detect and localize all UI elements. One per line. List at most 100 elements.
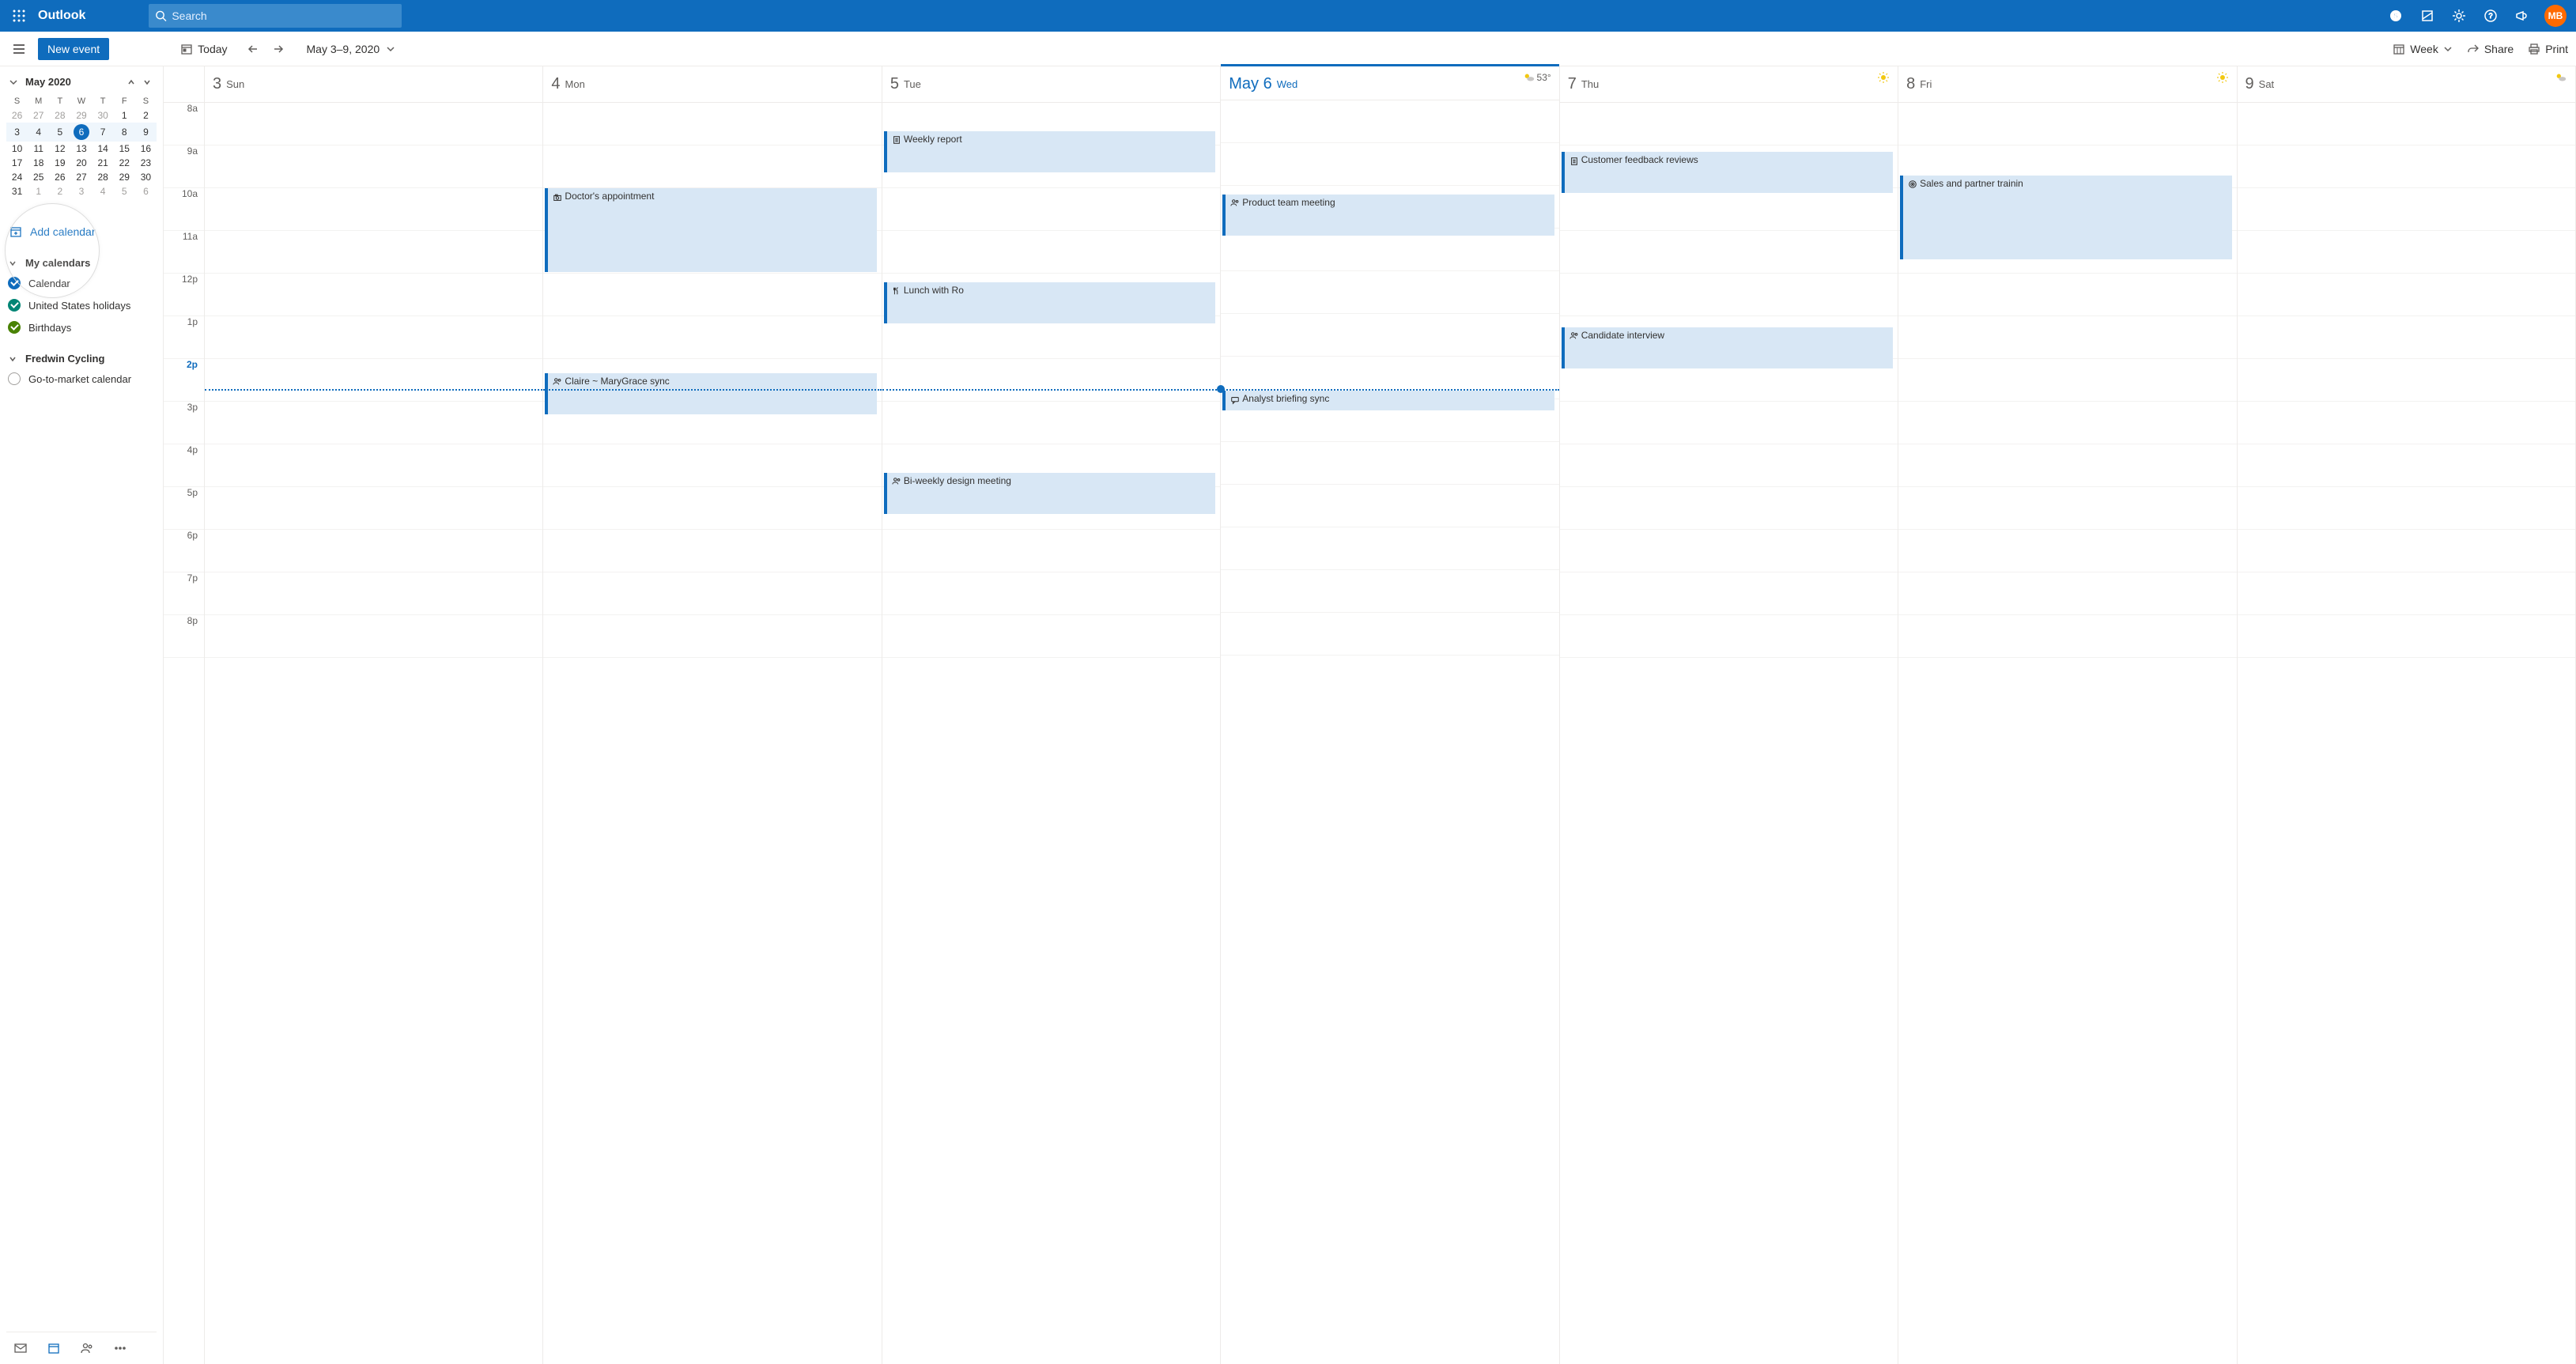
time-slot[interactable]	[2238, 487, 2575, 530]
mini-cal-day[interactable]: 1	[114, 108, 135, 123]
mini-cal-day[interactable]: 18	[28, 156, 49, 170]
time-slot[interactable]	[205, 231, 542, 274]
day-header[interactable]: 9Sat	[2238, 66, 2575, 103]
view-picker[interactable]: Week	[2393, 43, 2453, 55]
calendar-list-item[interactable]: Go-to-market calendar	[6, 368, 157, 390]
time-slot[interactable]	[1560, 530, 1898, 572]
time-slot[interactable]	[2238, 103, 2575, 145]
time-slot[interactable]	[2238, 444, 2575, 487]
settings-button[interactable]	[2443, 0, 2475, 32]
time-slot[interactable]	[1560, 231, 1898, 274]
time-slot[interactable]	[1221, 527, 1558, 570]
time-slot[interactable]	[543, 103, 881, 145]
day-header[interactable]: May 6Wed53°	[1221, 64, 1558, 100]
time-slot[interactable]	[1221, 570, 1558, 613]
mini-cal-day[interactable]: 3	[70, 184, 92, 198]
time-slot[interactable]	[1221, 271, 1558, 314]
mini-cal-day[interactable]: 2	[49, 184, 70, 198]
day-body[interactable]: Customer feedback reviewsCandidate inter…	[1560, 103, 1898, 658]
time-slot[interactable]	[1221, 613, 1558, 656]
day-body[interactable]: Sales and partner trainin	[1898, 103, 2236, 658]
mini-cal-day[interactable]: 6	[135, 184, 157, 198]
time-slot[interactable]	[2238, 274, 2575, 316]
mini-cal-day[interactable]: 13	[70, 142, 92, 156]
time-slot[interactable]	[882, 615, 1220, 658]
calendar-event[interactable]: Lunch with Ro	[884, 282, 1215, 323]
mini-cal-day[interactable]: 3	[6, 123, 28, 142]
time-slot[interactable]	[1898, 103, 2236, 145]
add-calendar-button[interactable]: Add calendar	[6, 221, 157, 243]
time-slot[interactable]	[1560, 188, 1898, 231]
time-slot[interactable]	[1221, 314, 1558, 357]
time-slot[interactable]	[2238, 188, 2575, 231]
calendar-event[interactable]: Sales and partner trainin	[1900, 176, 2231, 259]
mini-cal-day[interactable]: 15	[114, 142, 135, 156]
mini-cal-day[interactable]: 26	[6, 108, 28, 123]
time-slot[interactable]	[1221, 100, 1558, 143]
chevron-down-icon[interactable]	[8, 77, 19, 88]
time-slot[interactable]	[2238, 316, 2575, 359]
time-slot[interactable]	[1898, 316, 2236, 359]
app-launcher-button[interactable]	[6, 3, 32, 28]
day-header[interactable]: 5Tue	[882, 66, 1220, 103]
mini-cal-prev[interactable]	[123, 77, 139, 87]
today-button[interactable]: Today	[180, 43, 227, 55]
day-body[interactable]: Weekly reportLunch with RoBi-weekly desi…	[882, 103, 1220, 658]
mini-cal-day[interactable]: 5	[49, 123, 70, 142]
time-slot[interactable]	[205, 274, 542, 316]
time-slot[interactable]	[1560, 572, 1898, 615]
mini-cal-day[interactable]: 31	[6, 184, 28, 198]
mini-cal-day[interactable]: 26	[49, 170, 70, 184]
time-slot[interactable]	[882, 572, 1220, 615]
time-slot[interactable]	[543, 615, 881, 658]
time-slot[interactable]	[2238, 402, 2575, 444]
calendar-module-button[interactable]	[46, 1340, 62, 1356]
mini-cal-day[interactable]: 4	[93, 184, 114, 198]
time-slot[interactable]	[205, 316, 542, 359]
day-body[interactable]: Doctor's appointmentClaire ~ MaryGrace s…	[543, 103, 881, 658]
time-slot[interactable]	[1898, 274, 2236, 316]
mini-cal-day[interactable]: 30	[93, 108, 114, 123]
time-slot[interactable]	[882, 530, 1220, 572]
mini-cal-day[interactable]: 27	[28, 108, 49, 123]
time-slot[interactable]	[543, 487, 881, 530]
day-header[interactable]: 3Sun	[205, 66, 542, 103]
time-slot[interactable]	[205, 615, 542, 658]
calendar-list-item[interactable]: Birthdays	[6, 316, 157, 338]
mini-cal-day[interactable]: 28	[49, 108, 70, 123]
mini-cal-day[interactable]: 30	[135, 170, 157, 184]
calendar-color-checkbox[interactable]	[8, 277, 21, 289]
day-header[interactable]: 4Mon	[543, 66, 881, 103]
calendar-event[interactable]: Customer feedback reviews	[1562, 152, 1893, 193]
mini-cal-next[interactable]	[139, 77, 155, 87]
time-slot[interactable]	[1560, 402, 1898, 444]
calendar-event[interactable]: Analyst briefing sync	[1222, 391, 1554, 410]
mini-cal-day[interactable]: 10	[6, 142, 28, 156]
time-slot[interactable]	[2238, 145, 2575, 188]
time-slot[interactable]	[543, 274, 881, 316]
time-slot[interactable]	[882, 188, 1220, 231]
mini-cal-day[interactable]: 17	[6, 156, 28, 170]
calendar-color-checkbox[interactable]	[8, 372, 21, 385]
time-slot[interactable]	[543, 145, 881, 188]
day-header[interactable]: 8Fri	[1898, 66, 2236, 103]
time-slot[interactable]	[882, 402, 1220, 444]
time-slot[interactable]	[1898, 615, 2236, 658]
mini-cal-day[interactable]: 11	[28, 142, 49, 156]
mini-cal-day[interactable]: 20	[70, 156, 92, 170]
calendar-color-checkbox[interactable]	[8, 321, 21, 334]
time-slot[interactable]	[1221, 143, 1558, 186]
time-slot[interactable]	[1898, 487, 2236, 530]
megaphone-button[interactable]	[2506, 0, 2538, 32]
calendar-event[interactable]: Doctor's appointment	[545, 188, 876, 272]
day-body[interactable]	[205, 103, 542, 658]
search-box[interactable]	[149, 4, 402, 28]
notes-button[interactable]	[2412, 0, 2443, 32]
day-header[interactable]: 7Thu	[1560, 66, 1898, 103]
mini-cal-day[interactable]: 1	[28, 184, 49, 198]
calendar-group-header[interactable]: Fredwin Cycling	[6, 350, 157, 368]
print-button[interactable]: Print	[2528, 43, 2568, 55]
time-slot[interactable]	[1221, 442, 1558, 485]
time-slot[interactable]	[1560, 487, 1898, 530]
mini-cal-day[interactable]: 24	[6, 170, 28, 184]
